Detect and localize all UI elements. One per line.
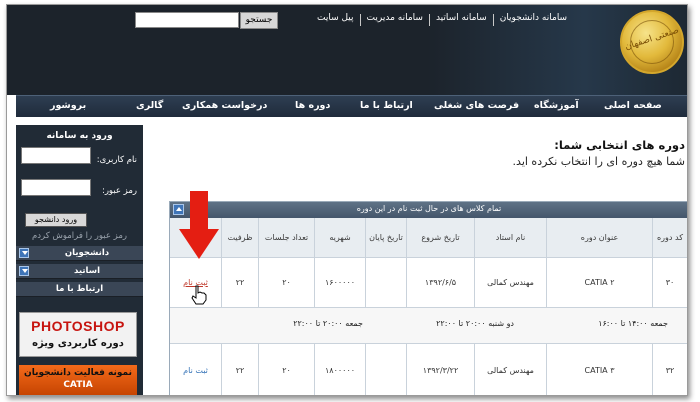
nav-item-gallery[interactable]: گالری: [136, 100, 163, 111]
left-sidebar: ورود به سامانه نام کاربری: رمز عبور: ورو…: [16, 125, 143, 395]
table-cell-end: [366, 258, 407, 308]
chevron-down-icon: [19, 248, 29, 258]
col-header-code: کد دوره: [653, 218, 687, 258]
catia-ad-caption: نمونه فعالیت دانشجویان: [24, 368, 132, 378]
sidebar-item-teachers[interactable]: اساتید: [16, 264, 143, 279]
top-link-divider: [492, 14, 494, 26]
sidebar-item-students[interactable]: دانشجویان: [16, 246, 143, 261]
username-label: نام کاربری:: [96, 155, 137, 165]
table-cell-fee: ۱۸۰۰۰۰۰: [315, 344, 366, 395]
hand-pointer-icon: [191, 285, 207, 305]
chevron-down-icon: [19, 266, 29, 276]
panel-header: تمام کلاس های در حال ثبت نام در این دوره: [170, 202, 687, 218]
top-link-site[interactable]: پیل سایت: [311, 13, 360, 27]
table-cell-capacity: ۲۲: [222, 258, 259, 308]
header-bar: جستجو سامانه دانشجویان سامانه اساتید سام…: [7, 5, 687, 95]
col-header-teacher: نام استاد: [475, 218, 547, 258]
table-cell-fee: ۱۶۰۰۰۰۰: [315, 258, 366, 308]
table-cell-title: CATIA ۲: [547, 258, 653, 308]
table-cell-code: ۳۰: [653, 258, 687, 308]
col-header-start: تاریخ شروع: [407, 218, 475, 258]
col-header-fee: شهریه: [315, 218, 366, 258]
schedule-slot: جمعه ۱۴:۰۰ تا ۱۶:۰۰: [598, 319, 668, 328]
nav-item-brochure[interactable]: بروشور: [50, 100, 86, 111]
photoshop-ad-caption: دوره کاربردی ویژه: [32, 338, 124, 349]
top-link-divider: [359, 14, 361, 26]
table-cell-teacher: مهندس کمالی: [475, 258, 547, 308]
col-header-title: عنوان دوره: [547, 218, 653, 258]
nav-item-contact[interactable]: ارتباط با ما: [360, 100, 413, 111]
top-link-admin[interactable]: سامانه مدیریت: [361, 13, 429, 27]
table-cell-start: ۱۳۹۲/۶/۵: [407, 258, 475, 308]
username-field[interactable]: [21, 147, 91, 164]
catia-ad-banner[interactable]: نمونه فعالیت دانشجویان CATIA: [19, 365, 137, 395]
nav-item-school[interactable]: آموزشگاه: [534, 100, 579, 111]
page-subtitle: شما هیچ دوره ای را انتخاب نکرده اید.: [512, 155, 685, 168]
table-cell-sessions: ۲۰: [259, 344, 315, 395]
catia-ad-title: CATIA: [63, 380, 93, 390]
top-link-students[interactable]: سامانه دانشجویان: [494, 13, 573, 27]
main-content: دوره های انتخابی شما: شما هیچ دوره ای را…: [151, 125, 687, 395]
panel-title: تمام کلاس های در حال ثبت نام در این دوره: [356, 204, 502, 213]
password-label: رمز عبور:: [101, 186, 137, 196]
browser-screenshot-frame: جستجو سامانه دانشجویان سامانه اساتید سام…: [6, 4, 688, 396]
page-title: دوره های انتخابی شما:: [554, 138, 685, 152]
table-cell-end: [366, 344, 407, 395]
login-title: ورود به سامانه: [46, 131, 113, 141]
table-cell-code: ۳۲: [653, 344, 687, 395]
nav-item-jobs[interactable]: فرصت های شغلی: [434, 100, 519, 111]
courses-panel: تمام کلاس های در حال ثبت نام در این دوره…: [169, 201, 687, 395]
sidebar-item-label: دانشجویان: [64, 248, 110, 258]
nav-item-cooperation[interactable]: درخواست همکاری: [182, 100, 267, 111]
search-button[interactable]: جستجو: [240, 12, 278, 29]
schedule-slot: جمعه ۲۰:۰۰ تا ۲۲:۰۰: [293, 319, 363, 328]
table-cell-action: ثبت نام: [170, 344, 222, 395]
col-header-sessions: تعداد جلسات: [259, 218, 315, 258]
table-cell-capacity: ۲۲: [222, 344, 259, 395]
enroll-link[interactable]: ثبت نام: [183, 366, 208, 376]
sidebar-item-label: اساتید: [73, 266, 101, 276]
top-link-teachers[interactable]: سامانه اساتید: [430, 13, 493, 27]
table-cell-teacher: مهندس کمالی: [475, 344, 547, 395]
schedule-slot: دو شنبه ۲۰:۰۰ تا ۲۲:۰۰: [436, 319, 514, 328]
forgot-password-link[interactable]: رمز عبور را فراموش کردم: [16, 231, 143, 241]
table-cell-title: CATIA ۳: [547, 344, 653, 395]
search-input[interactable]: [135, 12, 239, 28]
nav-item-courses[interactable]: دوره ها: [295, 100, 330, 111]
nav-item-home[interactable]: صفحه اصلی: [604, 100, 662, 111]
password-field[interactable]: [21, 179, 91, 196]
col-header-capacity: ظرفیت: [222, 218, 259, 258]
login-button[interactable]: ورود دانشجو: [25, 213, 87, 227]
table-cell-sessions: ۲۰: [259, 258, 315, 308]
top-link-divider: [428, 14, 430, 26]
sidebar-item-label: ارتباط با ما: [55, 284, 104, 294]
col-header-end: تاریخ پایان: [366, 218, 407, 258]
photoshop-ad-banner[interactable]: PHOTOSHOP دوره کاربردی ویژه: [19, 312, 137, 357]
schedule-row: جمعه ۱۴:۰۰ تا ۱۶:۰۰ دو شنبه ۲۰:۰۰ تا ۲۲:…: [170, 308, 687, 344]
table-cell-start: ۱۳۹۲/۳/۲۲: [407, 344, 475, 395]
site-logo[interactable]: صنعتی اصفهان: [620, 10, 684, 74]
red-arrow-icon: [179, 191, 219, 259]
sidebar-item-contact[interactable]: ارتباط با ما: [16, 282, 143, 297]
photoshop-ad-title: PHOTOSHOP: [31, 318, 125, 334]
top-links: سامانه دانشجویان سامانه اساتید سامانه مد…: [311, 13, 573, 27]
main-nav: صفحه اصلی آموزشگاه فرصت های شغلی ارتباط …: [16, 95, 687, 117]
